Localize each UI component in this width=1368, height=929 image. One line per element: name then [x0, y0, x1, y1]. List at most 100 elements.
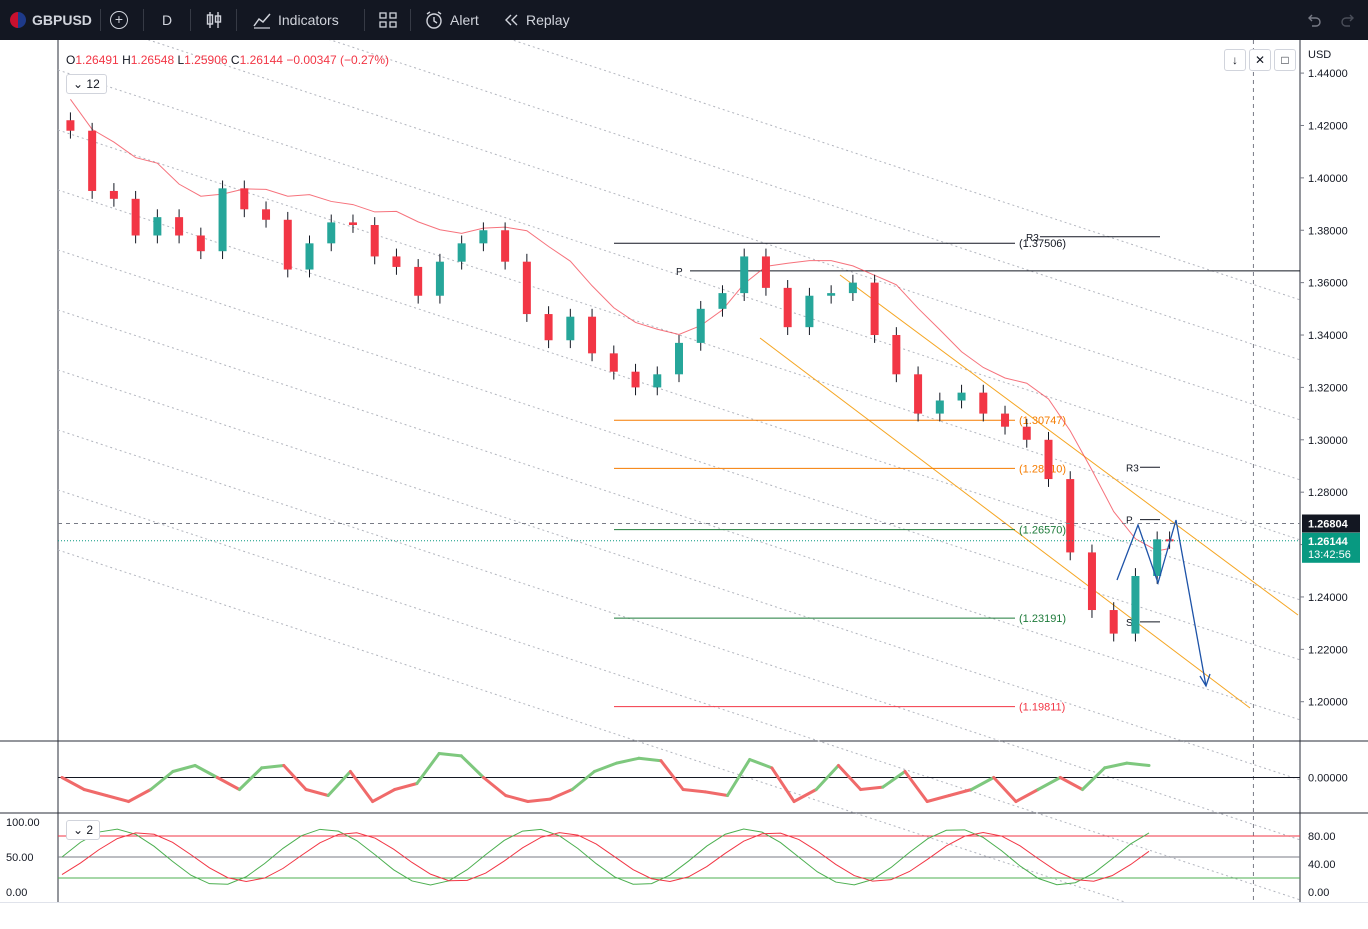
redo-button[interactable] [1340, 0, 1358, 40]
y-tick-label: 1.24000 [1308, 592, 1348, 604]
collapse-indicators-chip[interactable]: ⌄ 12 [66, 74, 107, 94]
last-price-label: 1.26144 [1308, 536, 1349, 548]
compare-button[interactable]: + [110, 0, 128, 40]
y-tick-label: 1.22000 [1308, 644, 1348, 656]
high-value: 1.26548 [130, 53, 175, 67]
chart-canvas[interactable]: 1.44000 1.42000 1.40000 1.38000 1.36000 1.340… [0, 40, 1368, 928]
ohlc-legend: O1.26491 H1.26548 L1.25906 C1.26144 −0.0… [66, 53, 389, 67]
y-tick-label: 1.40000 [1308, 173, 1348, 185]
stoch-pane-chip[interactable]: ⌄ 2 [66, 820, 101, 840]
candle-body [718, 293, 727, 309]
y-tick-label: 1.28000 [1308, 487, 1348, 499]
open-value: 1.26491 [75, 53, 119, 67]
candle-body [957, 392, 966, 401]
divider [364, 9, 365, 31]
stoch-left-tick: 50.00 [6, 852, 34, 864]
divider [410, 9, 411, 31]
level-label: (1.28910) [1019, 463, 1066, 475]
alert-button[interactable]: Alert [424, 0, 479, 40]
undo-icon [1308, 14, 1321, 27]
pivot-label: P [676, 267, 683, 278]
candle-body [175, 217, 184, 236]
close-value: 1.26144 [239, 53, 283, 67]
arrow-down-icon: ↓ [1232, 53, 1238, 67]
candle-body [479, 230, 488, 244]
countdown-label: 13:42:56 [1308, 549, 1351, 561]
replay-icon [505, 14, 518, 26]
layout-button[interactable] [378, 0, 398, 40]
candle-body [218, 188, 227, 252]
pivot-label: R3 [1126, 463, 1139, 474]
candle-body [1131, 575, 1140, 634]
candle-body [501, 230, 510, 262]
redo-icon [1341, 14, 1354, 27]
replay-button[interactable]: Replay [502, 0, 570, 40]
maximize-icon: □ [1281, 53, 1289, 67]
candle-body [696, 308, 705, 343]
candle-body [870, 282, 879, 336]
candle-body [131, 198, 140, 236]
chevron-down-icon: ⌄ [73, 823, 84, 837]
plus-circle-icon: + [110, 11, 128, 29]
top-toolbar: GBPUSD + D Indicators Alert Replay [0, 0, 1368, 40]
stoch-right-tick: 0.00 [1308, 887, 1329, 899]
candle-body [196, 235, 205, 252]
layout-icon [379, 12, 397, 28]
alert-clock-icon [426, 11, 442, 29]
interval-label: D [162, 12, 173, 28]
collapse-icon: ✕ [1254, 53, 1266, 67]
candle-body [544, 314, 553, 341]
level-label: (1.30747) [1019, 415, 1066, 427]
undo-button[interactable] [1304, 0, 1322, 40]
stoch-right-tick: 80.00 [1308, 831, 1336, 843]
currency-label: USD [1308, 49, 1332, 61]
divider [190, 9, 191, 31]
pivot-label: P [1126, 516, 1133, 527]
y-tick-label: 1.34000 [1308, 330, 1348, 342]
candle-body [522, 261, 531, 315]
candle-body [1087, 552, 1096, 611]
candle-body [1044, 439, 1053, 480]
candle-body [262, 209, 271, 220]
scroll-down-button[interactable]: ↓ [1224, 49, 1246, 71]
candles-icon [206, 12, 222, 28]
close-label: C [230, 53, 240, 67]
level-label: (1.19811) [1019, 702, 1065, 714]
stoch-left-tick: 100.00 [6, 817, 40, 829]
candle-body [283, 219, 292, 270]
candle-body [370, 225, 379, 257]
flag-icon [10, 12, 26, 28]
collapse-pane-button[interactable]: ✕ [1249, 49, 1271, 71]
candle-body [392, 256, 401, 267]
candle-body [914, 374, 923, 414]
y-tick-label: 1.32000 [1308, 382, 1348, 394]
candle-body [1001, 413, 1010, 427]
symbol-label: GBPUSD [32, 12, 92, 28]
candle-body [1066, 479, 1075, 553]
candle-body [588, 316, 597, 354]
candle-body [1109, 610, 1118, 634]
low-value: 1.25906 [184, 53, 228, 67]
replay-label: Replay [526, 12, 570, 28]
candle-body [827, 293, 836, 296]
indicators-icon [253, 13, 271, 29]
chart-type-button[interactable] [204, 0, 224, 40]
divider [100, 9, 101, 31]
alert-label: Alert [450, 12, 479, 28]
pivot-label: R3 [1026, 233, 1039, 244]
maximize-pane-button[interactable]: □ [1274, 49, 1296, 71]
symbol-search-button[interactable]: GBPUSD [10, 0, 92, 40]
candle-body [761, 256, 770, 288]
divider [236, 9, 237, 31]
indicators-label: Indicators [278, 12, 339, 28]
divider [143, 9, 144, 31]
candle-body [305, 243, 314, 270]
indicators-button[interactable]: Indicators [252, 0, 339, 40]
candle-body [109, 190, 118, 199]
interval-button[interactable]: D [162, 0, 172, 40]
high-label: H [122, 53, 131, 67]
candle-body [1022, 426, 1031, 440]
candle-body [892, 335, 901, 375]
y-tick-label: 1.20000 [1308, 697, 1348, 709]
candle-body [609, 353, 618, 372]
